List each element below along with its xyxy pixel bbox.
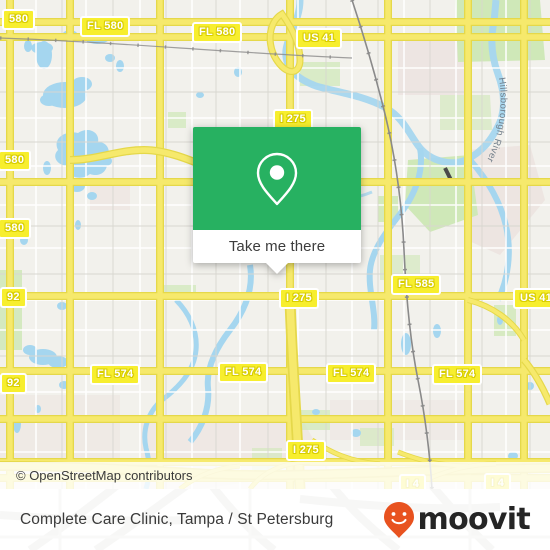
map-pin-icon xyxy=(256,152,298,205)
moovit-brand[interactable]: moovit xyxy=(383,501,531,539)
shield-i-275-mid: I 275 xyxy=(279,288,319,309)
popup-pointer-tail xyxy=(265,262,289,274)
map-canvas[interactable]: Hillsborough River 580 FL 580 FL 580 US 41 I… xyxy=(0,0,550,489)
shield-us-41-right: US 41 xyxy=(513,288,550,309)
location-popup-card[interactable]: Take me there xyxy=(193,127,361,274)
shield-fl-574-d: FL 574 xyxy=(432,364,483,385)
shield-580-left-a: 580 xyxy=(0,150,32,171)
moovit-wordmark: moovit xyxy=(417,501,531,537)
shield-fl-580-a: FL 580 xyxy=(80,16,131,37)
place-name-title: Complete Care Clinic, Tampa / St Petersb… xyxy=(20,510,334,528)
shield-fl-580-west-top: 580 xyxy=(2,9,36,30)
shield-580-left-b: 580 xyxy=(0,218,32,239)
shield-fl-574-c: FL 574 xyxy=(326,363,377,384)
shield-fl-585: FL 585 xyxy=(391,274,442,295)
shield-us-41-top: US 41 xyxy=(296,28,343,49)
moovit-smiley-pin-icon xyxy=(383,501,414,538)
footer-bar: Complete Care Clinic, Tampa / St Petersb… xyxy=(0,489,550,550)
shield-fl-574-a: FL 574 xyxy=(90,364,141,385)
osm-attribution-text[interactable]: © OpenStreetMap contributors xyxy=(0,468,193,483)
moovit-map-screenshot: Hillsborough River 580 FL 580 FL 580 US 41 I… xyxy=(0,0,550,550)
popup-footer[interactable]: Take me there xyxy=(193,230,361,274)
shield-fl-580-b: FL 580 xyxy=(192,22,243,43)
shield-i-275-bottom: I 275 xyxy=(286,440,326,461)
popup-header xyxy=(193,127,361,230)
map-attribution-bar: © OpenStreetMap contributors xyxy=(0,462,550,489)
footer-content: Complete Care Clinic, Tampa / St Petersb… xyxy=(0,489,550,550)
shield-92-left-b: 92 xyxy=(0,373,27,394)
take-me-there-label: Take me there xyxy=(228,238,326,255)
shield-fl-574-b: FL 574 xyxy=(218,362,269,383)
shield-92-left-a: 92 xyxy=(0,287,27,308)
